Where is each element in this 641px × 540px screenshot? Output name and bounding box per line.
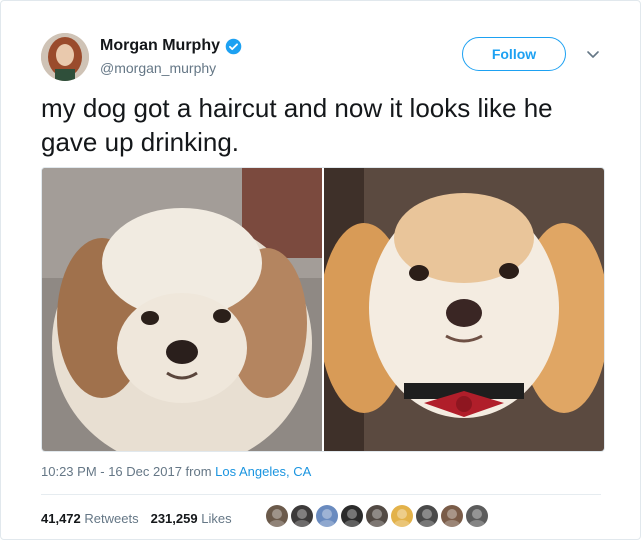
stats-divider	[41, 494, 601, 495]
liker-avatar[interactable]	[291, 505, 313, 527]
liker-avatar[interactable]	[441, 505, 463, 527]
retweets-stat[interactable]: 41,472 Retweets	[41, 511, 139, 526]
tweet-text: my dog got a haircut and now it looks li…	[41, 93, 553, 157]
likes-count: 231,259	[150, 511, 198, 526]
author-name-text[interactable]: Morgan Murphy	[100, 37, 220, 55]
author-name[interactable]: Morgan Murphy	[100, 37, 242, 55]
likes-label: Likes	[201, 511, 232, 526]
photo-dog-after[interactable]	[324, 168, 604, 451]
liker-avatar[interactable]	[466, 505, 488, 527]
author-avatar[interactable]	[41, 33, 89, 81]
tweet-stats: 41,472 Retweets 231,259 Likes	[41, 511, 232, 526]
liker-avatars	[266, 505, 488, 527]
verified-badge-icon	[225, 38, 242, 55]
liker-avatar[interactable]	[416, 505, 438, 527]
author-handle[interactable]: @morgan_murphy	[100, 60, 216, 76]
tweet-meta: 10:23 PM - 16 Dec 2017 from Los Angeles,…	[41, 464, 311, 479]
follow-button[interactable]: Follow	[462, 37, 566, 71]
liker-avatar[interactable]	[341, 505, 363, 527]
retweets-label: Retweets	[84, 511, 139, 526]
likes-stat[interactable]: 231,259 Likes	[151, 511, 232, 526]
liker-avatar[interactable]	[316, 505, 338, 527]
retweets-count: 41,472	[41, 511, 81, 526]
chevron-down-icon[interactable]	[586, 48, 600, 60]
liker-avatar[interactable]	[366, 505, 388, 527]
tweet-card: Morgan Murphy @morgan_murphy Follow my d…	[0, 0, 641, 540]
meta-from-label: from	[181, 464, 216, 479]
liker-avatar[interactable]	[391, 505, 413, 527]
avatar-image	[41, 33, 89, 81]
tweet-timestamp[interactable]: 10:23 PM - 16 Dec 2017	[41, 464, 182, 479]
tweet-media[interactable]	[41, 167, 605, 452]
tweet-location-link[interactable]: Los Angeles, CA	[215, 464, 311, 479]
photo-dog-before[interactable]	[42, 168, 322, 451]
liker-avatar[interactable]	[266, 505, 288, 527]
